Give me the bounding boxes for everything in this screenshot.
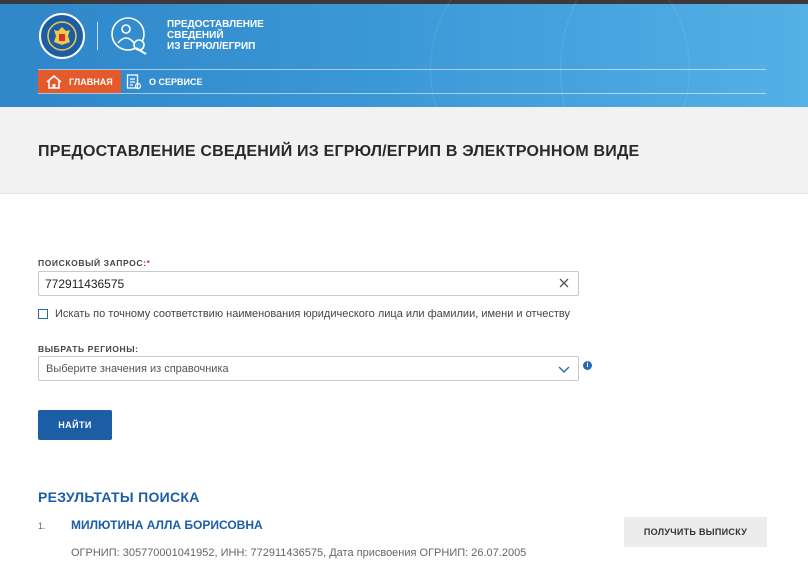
info-icon[interactable]: i xyxy=(583,361,592,370)
regions-label: ВЫБРАТЬ РЕГИОНЫ: xyxy=(38,344,139,354)
header-separator xyxy=(97,22,98,50)
service-title[interactable]: ПРЕДОСТАВЛЕНИЕ СВЕДЕНИЙ ИЗ ЕГРЮЛ/ЕГРИП xyxy=(167,19,277,52)
service-title-line: ИЗ ЕГРЮЛ/ЕГРИП xyxy=(167,41,256,52)
header-decoration xyxy=(560,0,808,107)
fns-emblem-icon[interactable] xyxy=(39,13,85,59)
result-number: 1. xyxy=(38,521,46,531)
result-name-link[interactable]: МИЛЮТИНА АЛЛА БОРИСОВНА xyxy=(71,518,263,532)
service-title-line: СВЕДЕНИЙ xyxy=(167,30,224,41)
required-mark: * xyxy=(146,258,151,268)
results-title: РЕЗУЛЬТАТЫ ПОИСКА xyxy=(38,489,200,505)
page-title: ПРЕДОСТАВЛЕНИЕ СВЕДЕНИЙ ИЗ ЕГРЮЛ/ЕГРИП В… xyxy=(38,143,640,160)
search-input[interactable] xyxy=(39,272,539,295)
result-meta: ОГРНИП: 305770001041952, ИНН: 7729114365… xyxy=(71,547,527,559)
site-header: ПРЕДОСТАВЛЕНИЕ СВЕДЕНИЙ ИЗ ЕГРЮЛ/ЕГРИП Г… xyxy=(0,0,808,107)
exact-match-checkbox[interactable] xyxy=(38,309,48,319)
find-button[interactable]: НАЙТИ xyxy=(38,410,112,440)
clear-icon[interactable] xyxy=(558,277,570,289)
nav-item-label: ГЛАВНАЯ xyxy=(69,76,113,87)
page-title-band: ПРЕДОСТАВЛЕНИЕ СВЕДЕНИЙ ИЗ ЕГРЮЛ/ЕГРИП В… xyxy=(0,107,808,194)
search-input-wrapper xyxy=(38,271,579,296)
regions-select[interactable]: Выберите значения из справочника xyxy=(38,356,579,381)
exact-match-option: Искать по точному соответствию наименова… xyxy=(38,308,570,320)
nav-item-home[interactable]: ГЛАВНАЯ xyxy=(38,70,121,93)
get-extract-button[interactable]: ПОЛУЧИТЬ ВЫПИСКУ xyxy=(624,517,767,547)
service-title-line: ПРЕДОСТАВЛЕНИЕ xyxy=(167,19,264,30)
person-gear-icon xyxy=(110,16,150,56)
home-icon xyxy=(46,74,62,89)
query-label: ПОИСКОВЫЙ ЗАПРОС:* xyxy=(38,258,150,268)
regions-select-placeholder: Выберите значения из справочника xyxy=(46,363,229,375)
document-icon xyxy=(126,73,141,89)
query-label-text: ПОИСКОВЫЙ ЗАПРОС: xyxy=(38,258,147,268)
nav-item-about[interactable]: О СЕРВИСЕ xyxy=(126,70,202,93)
nav-divider xyxy=(38,93,766,94)
nav-item-label: О СЕРВИСЕ xyxy=(149,76,203,87)
chevron-down-icon xyxy=(558,366,570,373)
exact-match-label[interactable]: Искать по точному соответствию наименова… xyxy=(55,308,570,320)
